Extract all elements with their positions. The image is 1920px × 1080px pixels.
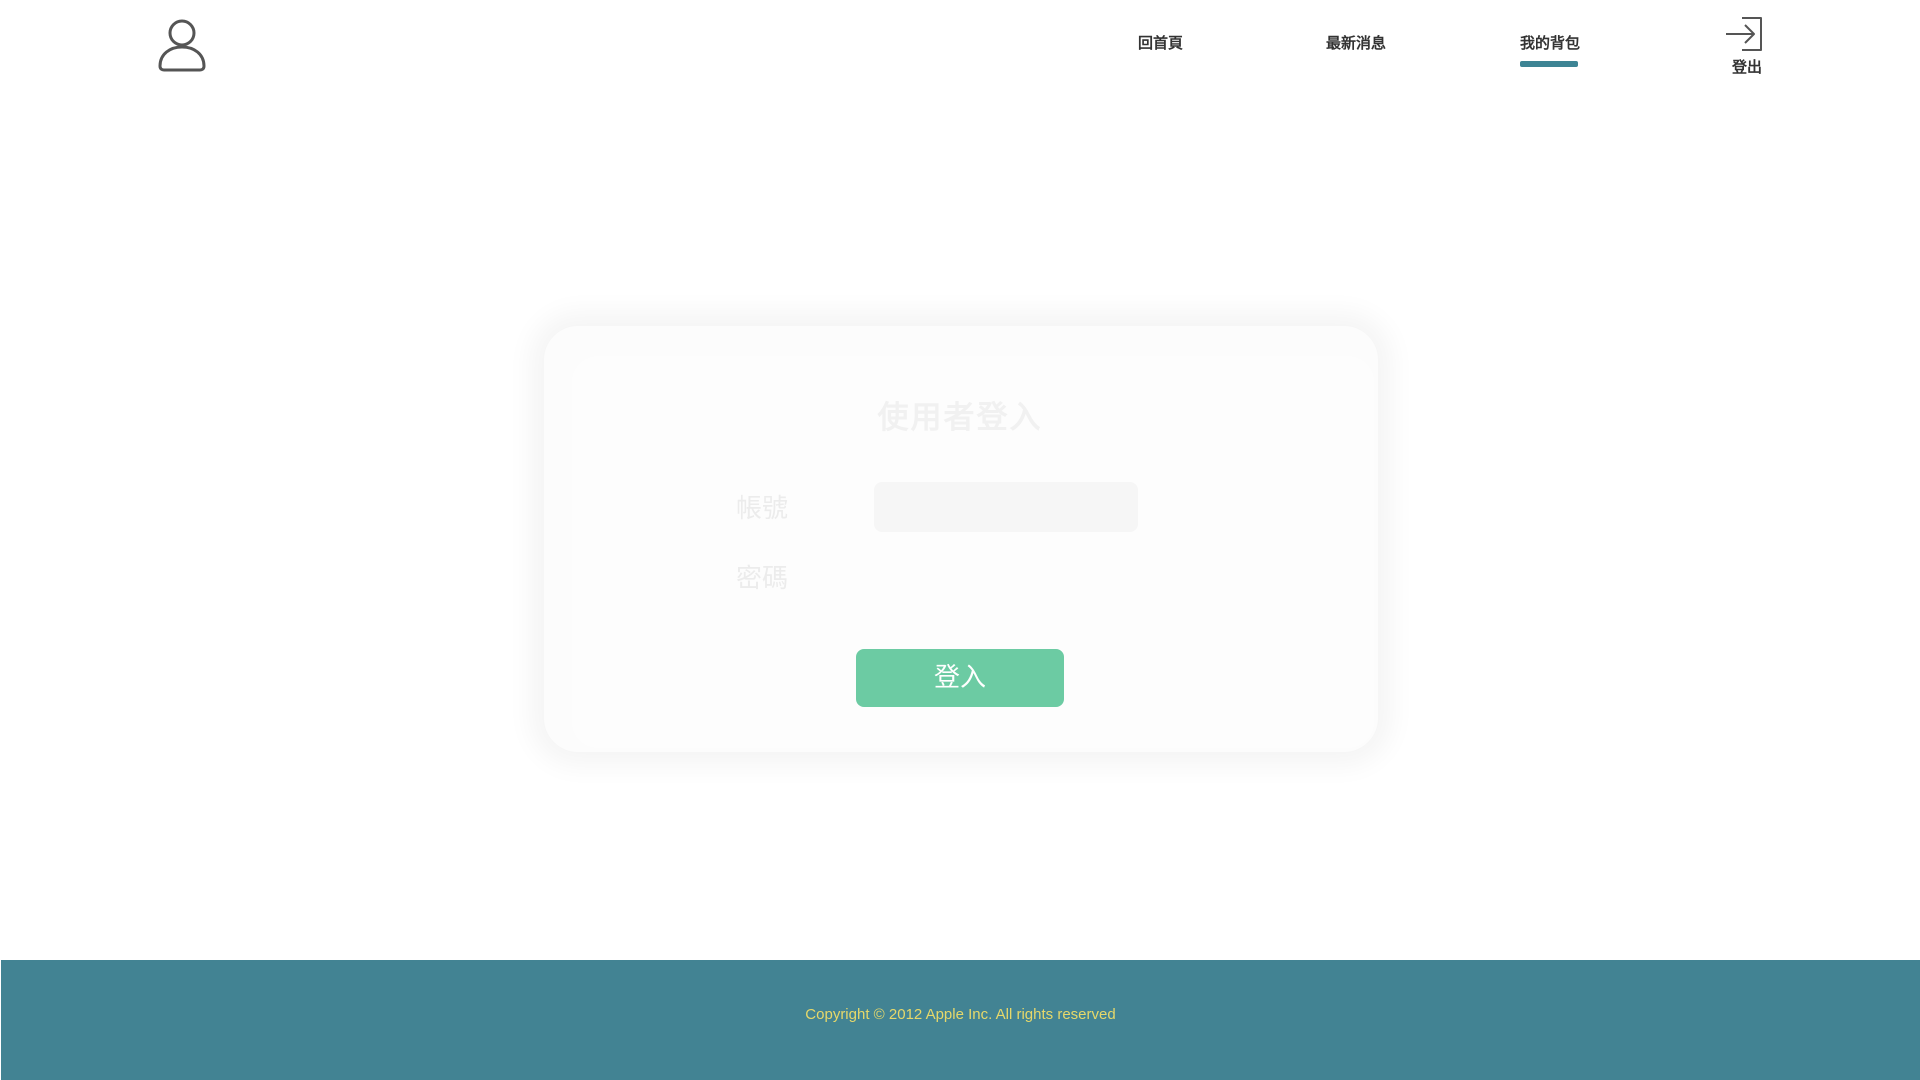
account-input[interactable] xyxy=(874,482,1138,532)
footer: Copyright © 2012 Apple Inc. All rights r… xyxy=(1,960,1920,1080)
active-nav-indicator xyxy=(1520,61,1578,67)
user-icon[interactable] xyxy=(156,16,208,72)
nav-my-bag[interactable]: 我的背包 xyxy=(1520,32,1580,53)
account-label: 帳號 xyxy=(736,494,789,524)
top-header: 回首頁 最新消息 我的背包 登出 xyxy=(0,0,1920,90)
logout-button[interactable]: 登出 xyxy=(1722,14,1772,76)
password-label: 密碼 xyxy=(736,564,789,594)
password-input[interactable] xyxy=(874,550,1138,600)
sign-in-arrow-icon xyxy=(1724,16,1764,52)
copyright-text: Copyright © 2012 Apple Inc. All rights r… xyxy=(805,1006,1116,1023)
nav-news[interactable]: 最新消息 xyxy=(1326,32,1386,53)
login-title: 使用者登入 xyxy=(877,400,1043,436)
nav-home[interactable]: 回首頁 xyxy=(1138,32,1183,53)
logout-label: 登出 xyxy=(1732,58,1763,76)
login-button[interactable]: 登入 xyxy=(856,649,1064,707)
